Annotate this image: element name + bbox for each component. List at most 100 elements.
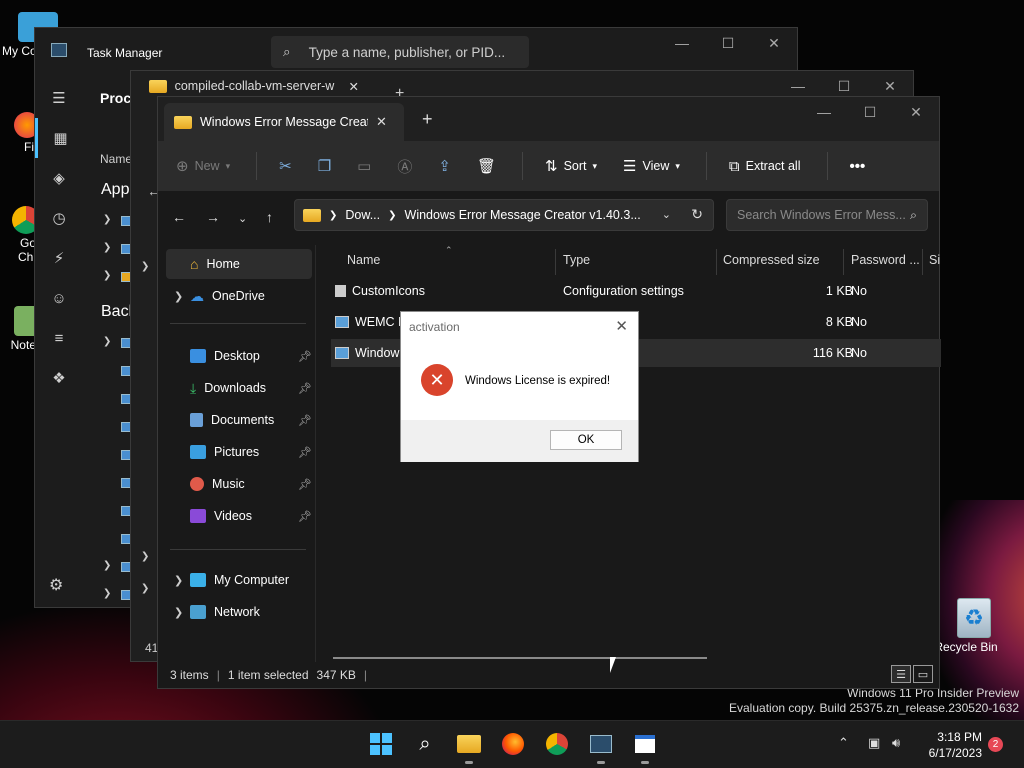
expand-chevron-icon[interactable]: ❯ (174, 290, 183, 303)
app-history-icon[interactable]: ◷ (35, 198, 83, 238)
task-manager-search-input[interactable]: ⌕ Type a name, publisher, or PID... (271, 36, 529, 68)
volume-icon[interactable]: 🔊︎ (892, 735, 900, 751)
task-manager-taskbar-icon[interactable] (588, 731, 614, 757)
startup-apps-icon[interactable]: ⚡ (35, 238, 83, 278)
expand-chevron-icon[interactable]: ❯ (141, 551, 149, 562)
show-hidden-icons-chevron-icon[interactable]: ⌃ (838, 735, 849, 751)
table-row[interactable]: CustomIcons Configuration settings 1 KB … (331, 277, 941, 305)
search-input[interactable]: Search Windows Error Mess... ⌕ (726, 199, 928, 231)
sidebar-item-network[interactable]: ❯ Network (166, 597, 312, 627)
sidebar-item-label: Network (214, 605, 260, 619)
expand-chevron-icon[interactable]: ❯ (103, 588, 111, 599)
paste-button[interactable]: ▭ (357, 157, 371, 175)
chrome-taskbar-icon[interactable] (544, 731, 570, 757)
sidebar-item-desktop[interactable]: Desktop 📌︎ (166, 341, 312, 371)
start-button[interactable] (368, 731, 394, 757)
share-button[interactable]: ⇪ (438, 157, 451, 175)
expand-chevron-icon[interactable]: ❯ (103, 242, 111, 253)
cut-button[interactable]: ✂ (279, 157, 292, 175)
breadcrumb-current[interactable]: Windows Error Message Creator v1.40.3... (405, 208, 641, 222)
clock[interactable]: 3:18 PM 6/17/2023 (920, 729, 982, 761)
breadcrumb-downloads[interactable]: Dow... (345, 208, 380, 222)
minimize-icon[interactable]: — (801, 97, 847, 127)
column-header-size[interactable]: Si (929, 253, 940, 267)
address-bar[interactable]: ❯ Dow... ❯ Windows Error Message Creator… (294, 199, 714, 231)
explorer-tab[interactable]: Windows Error Message Creat ✕ (164, 103, 404, 141)
services-icon[interactable]: ❖ (35, 358, 83, 398)
name-column-header[interactable]: Name (100, 152, 132, 166)
notification-badge[interactable]: 2 (988, 737, 1003, 752)
copy-button[interactable]: ❐ (318, 157, 331, 175)
settings-gear-icon[interactable]: ⚙ (49, 575, 63, 595)
users-icon[interactable]: ☺ (35, 278, 83, 318)
rename-button[interactable]: Ⓐ (397, 156, 412, 177)
column-header-name[interactable]: Name (347, 253, 380, 267)
tiles-view-icon[interactable]: ▭ (913, 665, 933, 683)
ok-button[interactable]: OK (550, 430, 622, 450)
column-header-compressed-size[interactable]: Compressed size (723, 253, 820, 267)
extract-all-button[interactable]: ⧉ Extract all (729, 158, 801, 175)
sidebar-item-my-computer[interactable]: ❯ My Computer (166, 565, 312, 595)
expand-chevron-icon[interactable]: ❯ (103, 336, 111, 347)
minimize-icon[interactable]: — (659, 28, 705, 58)
close-icon[interactable]: ✕ (615, 317, 628, 335)
column-header-password[interactable]: Password ... (851, 253, 920, 267)
desktop-icon-recycle-bin[interactable]: ♻ Recycle Bin (934, 598, 1004, 654)
sidebar-item-pictures[interactable]: Pictures 📌︎ (166, 437, 312, 467)
sidebar-item-videos[interactable]: Videos 📌︎ (166, 501, 312, 531)
expand-chevron-icon[interactable]: ❯ (141, 261, 149, 272)
sidebar-item-home[interactable]: ⌂ Home (166, 249, 312, 279)
processes-icon[interactable]: ▦ (35, 118, 83, 158)
refresh-icon[interactable]: ↻ (691, 206, 703, 223)
new-button[interactable]: ⊕ New ▾ (176, 157, 230, 175)
column-divider[interactable] (843, 249, 844, 275)
view-button[interactable]: ☰ View ▾ (623, 157, 680, 175)
error-creator-taskbar-icon[interactable] (632, 731, 658, 757)
hamburger-menu-icon[interactable]: ☰ (35, 78, 83, 118)
close-icon[interactable]: ✕ (893, 97, 939, 127)
sort-button[interactable]: ⇅ Sort ▾ (545, 157, 597, 175)
column-header-type[interactable]: Type (563, 253, 590, 267)
back-arrow-icon[interactable]: ← (172, 209, 186, 225)
expand-chevron-icon[interactable]: ❯ (103, 214, 111, 225)
sidebar-item-documents[interactable]: Documents 📌︎ (166, 405, 312, 435)
performance-icon[interactable]: ◈ (35, 158, 83, 198)
network-icon[interactable]: ▣ (868, 735, 880, 751)
search-icon: ⌕ (909, 207, 917, 222)
maximize-icon[interactable]: ☐ (705, 28, 751, 58)
expand-chevron-icon[interactable]: ❯ (103, 560, 111, 571)
search-taskbar-icon[interactable]: ⌕ (412, 731, 438, 757)
firefox-taskbar-icon[interactable] (500, 731, 526, 757)
sidebar-item-onedrive[interactable]: ❯ ☁ OneDrive (166, 281, 312, 311)
horizontal-scrollbar[interactable] (333, 657, 707, 659)
column-divider[interactable] (922, 249, 923, 275)
sidebar-item-label: Videos (214, 509, 252, 523)
maximize-icon[interactable]: ☐ (847, 97, 893, 127)
close-icon[interactable]: ✕ (751, 28, 797, 58)
expand-chevron-icon[interactable]: ❯ (174, 606, 183, 619)
more-options-button[interactable]: ••• (850, 158, 866, 175)
up-arrow-icon[interactable]: ↑ (266, 209, 273, 225)
file-explorer-taskbar-icon[interactable] (456, 731, 482, 757)
column-divider[interactable] (716, 249, 717, 275)
expand-chevron-icon[interactable]: ❯ (174, 574, 183, 587)
address-dropdown-icon[interactable]: ⌄ (662, 208, 671, 221)
close-icon[interactable]: ✕ (349, 79, 359, 94)
new-tab-icon[interactable]: + (422, 109, 433, 130)
clock-time: 3:18 PM (937, 730, 982, 744)
expand-chevron-icon[interactable]: ❯ (141, 583, 149, 594)
sort-icon: ⇅ (544, 158, 558, 175)
close-tab-icon[interactable]: ✕ (376, 114, 387, 130)
desktop-folder-icon (190, 349, 206, 363)
details-view-icon[interactable]: ☰ (891, 665, 911, 683)
sidebar-item-music[interactable]: Music 📌︎ (166, 469, 312, 499)
expand-chevron-icon[interactable]: ❯ (103, 270, 111, 281)
sidebar-item-downloads[interactable]: ⤓ Downloads 📌︎ (166, 373, 312, 403)
pin-icon: 📌︎ (298, 350, 312, 363)
column-divider[interactable] (555, 249, 556, 275)
navigation-bar: ← → ⌄ ↑ ❯ Dow... ❯ Windows Error Message… (158, 191, 939, 245)
recent-locations-chevron-icon[interactable]: ⌄ (238, 212, 247, 225)
delete-button[interactable]: 🗑︎ (477, 157, 496, 175)
details-icon[interactable]: ≡ (35, 318, 83, 358)
forward-arrow-icon[interactable]: → (206, 209, 220, 225)
